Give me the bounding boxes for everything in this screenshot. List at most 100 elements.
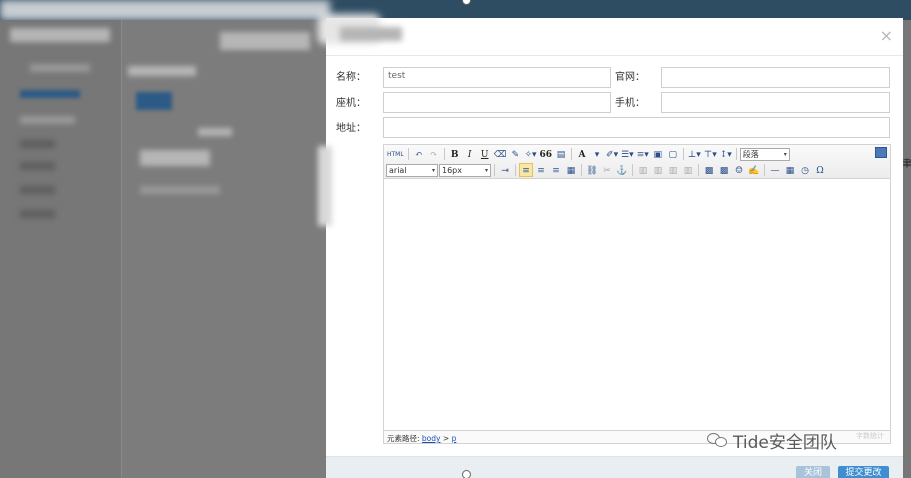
scrawl-icon[interactable]: ✍ xyxy=(747,163,761,177)
website-label: 官网： xyxy=(615,72,645,83)
italic-button[interactable]: I xyxy=(463,147,477,161)
row-spacing-top-icon[interactable]: ⊥▾ xyxy=(687,147,702,161)
unlink-icon[interactable]: ✂ xyxy=(600,163,614,177)
undo-icon[interactable]: ↶ xyxy=(412,147,426,161)
blurred-sidebar-item xyxy=(20,210,55,218)
clear-doc-icon[interactable]: ▢ xyxy=(666,147,680,161)
blurred-tab xyxy=(136,92,172,110)
word-count: 字数统计 xyxy=(856,432,884,440)
address-label: 地址： xyxy=(336,123,366,134)
close-icon[interactable]: × xyxy=(880,28,893,44)
font-size-select[interactable]: 16px ▾ xyxy=(439,163,491,177)
address-input[interactable] xyxy=(383,117,890,138)
element-path-separator: > xyxy=(442,434,450,443)
cropped-text: 聿 xyxy=(902,159,911,170)
insert-time-icon[interactable]: ◷ xyxy=(798,163,812,177)
insert-image-icon[interactable]: ▩ xyxy=(702,163,716,177)
image-right-icon[interactable]: ▥ xyxy=(666,163,680,177)
close-button[interactable]: 关闭 xyxy=(796,466,830,478)
blurred-sidebar-item xyxy=(20,186,55,194)
align-center-icon[interactable]: ≡ xyxy=(534,163,548,177)
font-family-select[interactable]: arial ▾ xyxy=(386,163,438,177)
name-label: 名称： xyxy=(336,72,366,83)
link-icon[interactable]: ⛓ xyxy=(585,163,599,177)
blurred-logo xyxy=(10,28,110,42)
ordered-list-icon[interactable]: ☰▾ xyxy=(620,147,635,161)
watermark-text: Tide安全团队 xyxy=(733,433,837,453)
dropdown-arrow-icon[interactable]: ▾ xyxy=(590,147,604,161)
special-chars-button[interactable]: Ω xyxy=(813,163,827,177)
separator xyxy=(515,164,516,176)
image-none-icon[interactable]: ▥ xyxy=(636,163,650,177)
insert-date-icon[interactable]: ▦ xyxy=(783,163,797,177)
bold-button[interactable]: B xyxy=(448,147,462,161)
submit-button[interactable]: 提交更改 xyxy=(838,466,889,478)
modal-title-redacted xyxy=(340,27,402,41)
indent-icon[interactable]: ⇥ xyxy=(498,163,512,177)
html-source-button[interactable]: HTML xyxy=(386,147,405,161)
paste-plain-icon[interactable]: ▤ xyxy=(554,147,568,161)
topbar-blurred-area xyxy=(0,0,330,20)
editor-content-area[interactable] xyxy=(384,179,890,431)
align-left-icon[interactable]: ≡ xyxy=(519,163,533,177)
multi-image-icon[interactable]: ▩ xyxy=(717,163,731,177)
toolbar-row-1: HTML ↶ ↷ B I U ⌫ ✎ ✧▾ 66 ▤ A ▾ ✐▾ ☰▾ ≡▾ … xyxy=(386,146,790,162)
background-sidebar xyxy=(0,20,122,478)
select-all-icon[interactable]: ▣ xyxy=(651,147,665,161)
separator xyxy=(632,164,633,176)
toolbar-row-2: arial▾ 16px▾ ⇥ ≡ ≡ ≡ ▦ ⛓ ✂ ⚓ ▥ ▥ ▥ ▥ ▩ xyxy=(386,162,827,178)
blurred-sidebar-item xyxy=(20,140,55,148)
resize-handle-bottom[interactable] xyxy=(462,470,471,478)
mobile-input[interactable] xyxy=(661,92,890,113)
align-right-icon[interactable]: ≡ xyxy=(549,163,563,177)
horizontal-rule-icon[interactable]: — xyxy=(768,163,782,177)
phone-input[interactable] xyxy=(383,92,611,113)
separator xyxy=(682,148,684,160)
modal-footer: 关闭 提交更改 xyxy=(326,456,903,478)
blurred-sidebar-item xyxy=(20,116,75,124)
separator xyxy=(407,148,409,160)
unordered-list-icon[interactable]: ≡▾ xyxy=(636,147,650,161)
name-input[interactable]: test xyxy=(383,67,611,88)
separator xyxy=(494,164,495,176)
separator xyxy=(571,148,573,160)
redacted-label xyxy=(318,146,332,226)
fullscreen-icon[interactable] xyxy=(875,147,887,158)
blurred-sidebar-item xyxy=(20,162,55,170)
modal-header: × xyxy=(318,14,903,56)
auto-format-icon[interactable]: ✧▾ xyxy=(523,147,537,161)
blurred-text xyxy=(140,150,210,166)
separator xyxy=(735,148,737,160)
separator xyxy=(443,148,445,160)
editor-toolbar: HTML ↶ ↷ B I U ⌫ ✎ ✧▾ 66 ▤ A ▾ ✐▾ ☰▾ ≡▾ … xyxy=(384,145,890,179)
website-input[interactable] xyxy=(661,67,890,88)
image-left-icon[interactable]: ▥ xyxy=(651,163,665,177)
element-path-p-link[interactable]: p xyxy=(452,434,457,443)
row-spacing-bottom-icon[interactable]: ⊤▾ xyxy=(703,147,718,161)
blurred-text xyxy=(198,128,232,136)
blurred-heading xyxy=(128,66,196,76)
emotion-icon[interactable]: ☺ xyxy=(732,163,746,177)
mobile-label: 手机： xyxy=(615,98,645,109)
blockquote-button[interactable]: 66 xyxy=(539,147,554,161)
format-brush-icon[interactable]: ✎ xyxy=(508,147,522,161)
paragraph-format-select[interactable]: 段落 ▾ xyxy=(739,147,790,161)
blurred-sidebar-item xyxy=(20,90,80,98)
anchor-icon[interactable]: ⚓ xyxy=(615,163,629,177)
blurred-header xyxy=(220,32,310,50)
edit-modal: × 名称： test 官网： 座机： 手机： 地址： HTML ↶ ↷ B I … xyxy=(318,14,903,478)
align-justify-icon[interactable]: ▦ xyxy=(564,163,578,177)
app-topbar xyxy=(0,0,911,20)
phone-label: 座机： xyxy=(336,98,366,109)
element-path-label: 元素路径: xyxy=(387,434,420,443)
separator xyxy=(764,164,765,176)
font-color-button[interactable]: A xyxy=(575,147,589,161)
redo-icon[interactable]: ↷ xyxy=(427,147,441,161)
wechat-icon xyxy=(707,432,729,450)
line-height-icon[interactable]: ↕▾ xyxy=(719,147,733,161)
underline-button[interactable]: U xyxy=(478,147,492,161)
element-path-body-link[interactable]: body xyxy=(422,434,441,443)
eraser-icon[interactable]: ⌫ xyxy=(493,147,508,161)
highlight-color-icon[interactable]: ✐▾ xyxy=(605,147,619,161)
image-center-icon[interactable]: ▥ xyxy=(681,163,695,177)
